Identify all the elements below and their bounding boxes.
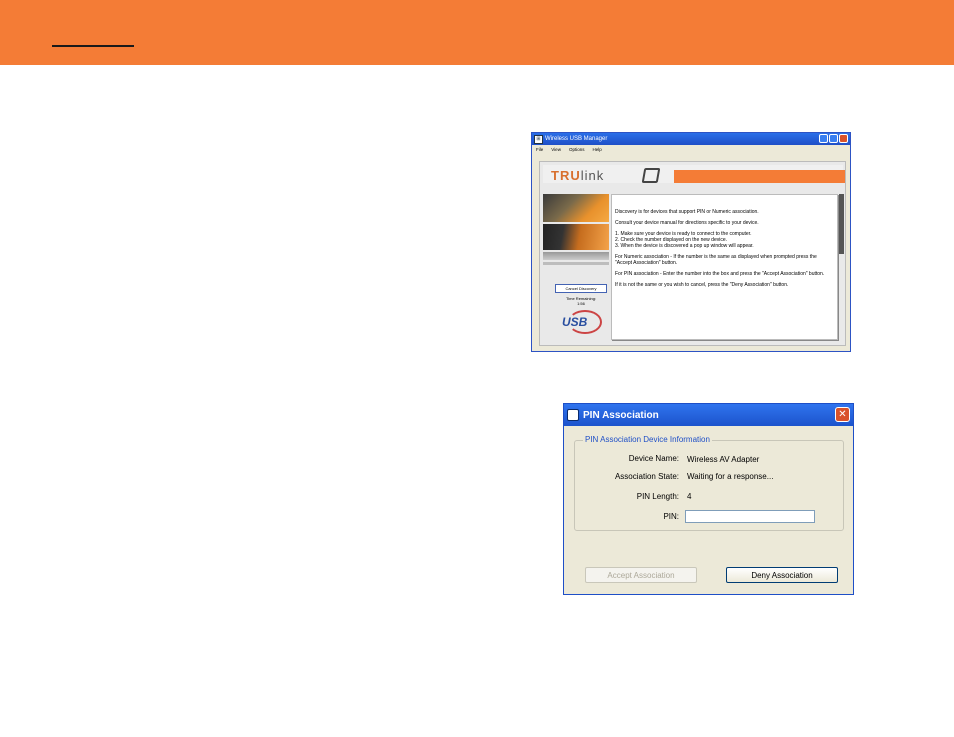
panel-scrollbar[interactable] xyxy=(839,194,844,254)
dialog-close-button[interactable]: ✕ xyxy=(835,407,850,422)
logo-link: link xyxy=(580,168,605,183)
logo-tru: TRU xyxy=(551,168,581,183)
wireless-usb-manager-window: ⊞ Wireless USB Manager File View Options… xyxy=(531,132,851,352)
minimize-button[interactable] xyxy=(819,134,828,143)
window-title: Wireless USB Manager xyxy=(545,136,608,142)
window-body: TRUlink Cancel Discovery Time Remaining:… xyxy=(539,161,846,346)
instructions-steps: 1. Make sure your device is ready to con… xyxy=(615,231,834,249)
app-icon: ⊞ xyxy=(534,134,543,144)
sidebar-divider xyxy=(543,262,609,265)
instructions-deny: If it is not the same or you wish to can… xyxy=(615,282,789,288)
instructions-intro: Discovery is for devices that support PI… xyxy=(615,209,759,215)
lifestyle-photo-1 xyxy=(543,194,609,222)
dialog-app-icon xyxy=(567,409,579,421)
trulink-logo: TRUlink xyxy=(551,168,604,183)
logo-accent-strip xyxy=(674,170,845,183)
menu-help[interactable]: Help xyxy=(592,147,601,152)
trulink-mark-icon xyxy=(641,168,661,183)
association-state-label: Association State: xyxy=(614,472,679,481)
device-name-value: Wireless AV Adapter xyxy=(687,455,760,464)
device-name-label: Device Name: xyxy=(628,454,679,463)
header-underline xyxy=(52,45,134,47)
instructions-consult: Consult your device manual for direction… xyxy=(615,220,759,226)
menu-view[interactable]: View xyxy=(551,147,561,152)
photo-strip xyxy=(543,252,609,260)
pin-length-label: PIN Length: xyxy=(636,492,679,501)
menu-bar: File View Options Help xyxy=(532,145,850,153)
dialog-title: PIN Association xyxy=(583,409,659,421)
discovery-instructions: Discovery is for devices that support PI… xyxy=(611,194,838,340)
header-banner xyxy=(0,0,954,65)
menu-options[interactable]: Options xyxy=(569,147,585,152)
pin-input[interactable] xyxy=(685,510,815,523)
time-remaining: Time Remaining: 1:56 xyxy=(553,296,609,306)
instruction-step: 3. When the device is discovered a pop u… xyxy=(615,243,754,249)
pin-length-value: 4 xyxy=(687,492,692,501)
close-button[interactable] xyxy=(839,134,848,143)
instructions-pin: For PIN association - Enter the number i… xyxy=(615,271,825,277)
cancel-discovery-button[interactable]: Cancel Discovery xyxy=(555,284,607,293)
association-state-value: Waiting for a response... xyxy=(687,472,774,481)
certified-usb-logo: USB xyxy=(558,310,604,334)
pin-association-dialog: PIN Association ✕ PIN Association Device… xyxy=(563,403,854,595)
maximize-button[interactable] xyxy=(829,134,838,143)
trulink-logo-bar: TRUlink xyxy=(543,165,845,183)
menu-file[interactable]: File xyxy=(536,147,543,152)
accept-association-button[interactable]: Accept Association xyxy=(585,567,697,583)
window-controls xyxy=(819,134,848,143)
device-info-group: PIN Association Device Information Devic… xyxy=(574,435,844,531)
window-titlebar: ⊞ Wireless USB Manager xyxy=(532,133,850,145)
time-remaining-value: 1:56 xyxy=(577,301,585,306)
pin-label: PIN: xyxy=(663,512,679,521)
instructions-numeric: For Numeric association - If the number … xyxy=(615,254,817,266)
group-title: PIN Association Device Information xyxy=(583,435,712,444)
usb-logo-text: USB xyxy=(562,315,588,329)
deny-association-button[interactable]: Deny Association xyxy=(726,567,838,583)
dialog-titlebar: PIN Association xyxy=(564,404,853,426)
lifestyle-photo-2 xyxy=(543,224,609,250)
